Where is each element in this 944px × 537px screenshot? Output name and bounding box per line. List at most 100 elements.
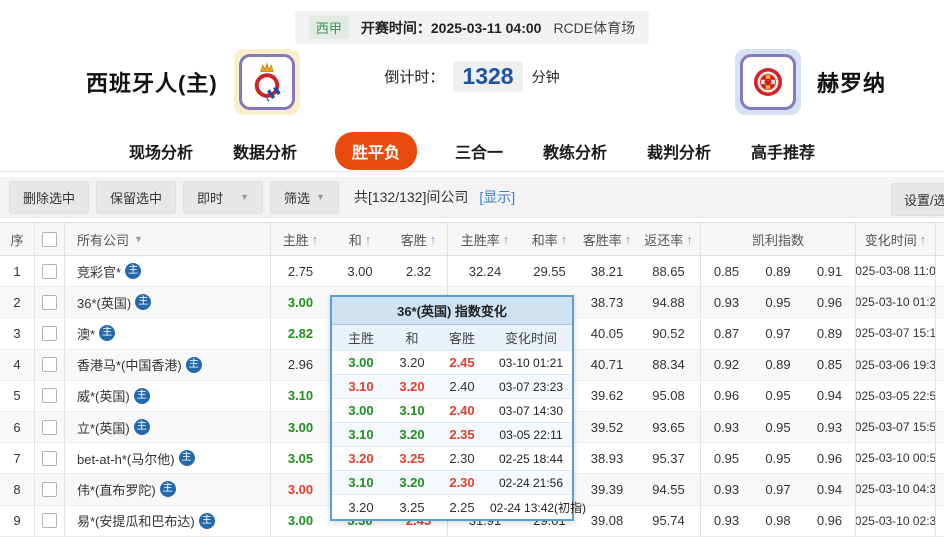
popup-row: 3.20 3.25 2.25 02-24 13:42(初指) xyxy=(332,495,586,519)
popup-row: 3.00 3.20 2.45 03-10 01:21 xyxy=(332,351,572,375)
kelly-home: 0.95 xyxy=(700,443,752,474)
col-company-label: 所有公司 xyxy=(77,232,130,248)
show-link[interactable]: [显示] xyxy=(479,187,515,207)
row-checkbox[interactable] xyxy=(42,450,57,466)
team-header: 西班牙人(主) 倒计时： 1328 分钟 赫罗纳 xyxy=(0,45,944,125)
tab-data-analysis[interactable]: 数据分析 xyxy=(231,133,299,169)
kelly-away: 0.96 xyxy=(816,450,843,466)
row-stub-cell xyxy=(935,349,944,380)
keep-selected-button[interactable]: 保留选中 xyxy=(96,180,177,214)
away-team-name: 赫罗纳 xyxy=(816,71,886,96)
tab-live-analysis[interactable]: 现场分析 xyxy=(127,133,195,169)
col-home-win-label: 主胜 xyxy=(282,232,309,248)
company-cell: 伟*(直布罗陀) 主 xyxy=(64,474,270,505)
row-stub-cell xyxy=(935,380,944,411)
col-draw[interactable]: 和 ↑ xyxy=(330,223,390,255)
col-company[interactable]: 所有公司 ▼ xyxy=(64,223,270,255)
col-change-time[interactable]: 变化时间 ↑ xyxy=(855,223,935,255)
kelly-home: 0.93 xyxy=(700,474,752,505)
league-badge: 西甲 xyxy=(308,16,349,39)
col-kelly-index: 凯利指数 xyxy=(700,223,855,255)
row-checkbox-cell xyxy=(34,443,64,474)
row-checkbox[interactable] xyxy=(42,481,57,497)
table-row[interactable]: 1 竞彩官* 主 2.75 3.00 2.32 32.24 29.55 38.21… xyxy=(0,256,944,288)
popup-col-home-win: 主胜 xyxy=(347,331,374,346)
popup-home-win: 3.00 xyxy=(348,403,374,418)
instant-dropdown[interactable]: 即时 ▼ xyxy=(183,180,264,214)
settings-select-button[interactable]: 设置/选择 xyxy=(891,183,944,216)
tab-expert-picks[interactable]: 高手推荐 xyxy=(749,133,817,169)
col-away-win[interactable]: 客胜 ↑ xyxy=(390,223,447,255)
kelly-draw: 0.95 xyxy=(765,388,791,404)
popup-away-win: 2.45 xyxy=(449,355,475,370)
filter-dropdown-label: 筛选 xyxy=(284,190,311,206)
popup-row: 3.20 3.25 2.30 02-25 18:44 xyxy=(332,447,572,471)
row-checkbox[interactable] xyxy=(42,263,57,279)
popup-row: 3.10 3.20 2.40 03-07 23:23 xyxy=(332,375,572,399)
row-checkbox-cell xyxy=(34,318,64,349)
tab-win-draw-lose[interactable]: 胜平负 xyxy=(334,131,417,170)
row-checkbox[interactable] xyxy=(42,294,57,310)
filter-dropdown[interactable]: 筛选 ▼ xyxy=(270,180,339,214)
change-time: 2025-03-07 15:19 xyxy=(855,318,935,349)
col-away-rate[interactable]: 客胜率 ↑ xyxy=(577,223,637,255)
sort-up-icon: ↑ xyxy=(364,231,372,247)
sort-up-icon: ↑ xyxy=(560,231,568,247)
kelly-home: 0.93 xyxy=(700,287,752,318)
row-index: 8 xyxy=(13,481,21,497)
row-checkbox[interactable] xyxy=(42,419,57,435)
col-draw-rate[interactable]: 和率 ↑ xyxy=(522,223,577,255)
tab-referee-analysis[interactable]: 裁判分析 xyxy=(645,133,713,169)
company-cell: 竞彩官* 主 xyxy=(64,256,270,287)
tab-three-in-one[interactable]: 三合一 xyxy=(453,133,505,169)
kelly-home: 0.92 xyxy=(700,349,752,380)
popup-home-win: 3.00 xyxy=(348,355,374,370)
popup-home-win: 3.10 xyxy=(348,427,374,442)
away-team: 赫罗纳 xyxy=(734,49,886,115)
sort-up-icon: ↑ xyxy=(686,231,693,247)
popup-time: 03-07 14:30 xyxy=(498,403,564,418)
change-time: 2025-03-10 01:21 xyxy=(855,287,935,318)
kelly-draw: 0.97 xyxy=(765,481,791,497)
popup-away-win: 2.30 xyxy=(449,475,475,490)
popup-title: 36*(英国) 指数变化 xyxy=(332,297,572,325)
away-win-rate: 39.39 xyxy=(590,481,624,497)
col-home-rate[interactable]: 主胜率 ↑ xyxy=(447,223,522,255)
venue-label: RCDE体育场 xyxy=(553,19,636,36)
odds-change-popup: 36*(英国) 指数变化 主胜 和 客胜 变化时间 3.00 3.20 2.45… xyxy=(330,295,586,521)
row-stub-cell xyxy=(935,474,944,505)
delete-selected-button[interactable]: 删除选中 xyxy=(9,180,90,214)
return-rate: 88.65 xyxy=(652,263,685,279)
return-rate: 94.55 xyxy=(652,481,685,497)
company-name: 澳* xyxy=(77,326,96,342)
return-rate: 95.37 xyxy=(652,450,685,466)
popup-draw: 3.20 xyxy=(399,379,425,394)
popup-away-win: 2.40 xyxy=(449,379,475,394)
home-win-odds: 3.00 xyxy=(270,411,330,443)
return-rate: 94.88 xyxy=(652,294,685,310)
company-cell: 香港马*(中国香港) 主 xyxy=(64,349,270,380)
return-rate: 95.08 xyxy=(652,388,685,404)
row-index: 4 xyxy=(13,357,21,373)
row-checkbox[interactable] xyxy=(42,325,57,341)
row-checkbox-cell xyxy=(34,256,64,287)
col-return-rate[interactable]: 返还率 ↑ xyxy=(637,223,700,255)
col-home-win[interactable]: 主胜 ↑ xyxy=(270,223,330,255)
kelly-draw: 0.95 xyxy=(765,294,791,310)
kelly-draw: 0.98 xyxy=(765,513,791,529)
row-checkbox-cell xyxy=(34,411,64,443)
popup-home-win: 3.10 xyxy=(348,379,374,394)
select-all-checkbox[interactable] xyxy=(42,231,57,247)
row-checkbox[interactable] xyxy=(42,513,57,529)
table-toolbar: 删除选中 保留选中 即时 ▼ 筛选 ▼ 共[132/132]间公司 [显示] 设置/… xyxy=(0,177,944,218)
company-name: 威*(英国) xyxy=(77,389,130,405)
sort-up-icon: ↑ xyxy=(429,231,437,247)
row-checkbox[interactable] xyxy=(42,388,57,404)
company-name: 竞彩官* xyxy=(77,264,122,280)
company-name: 香港马*(中国香港) xyxy=(77,358,182,374)
row-checkbox-cell xyxy=(34,380,64,411)
row-checkbox[interactable] xyxy=(42,357,57,373)
tab-coach-analysis[interactable]: 教练分析 xyxy=(541,133,609,169)
popup-row: 3.10 3.20 2.30 02-24 21:56 xyxy=(332,471,572,495)
chevron-down-icon: ▼ xyxy=(240,192,250,202)
